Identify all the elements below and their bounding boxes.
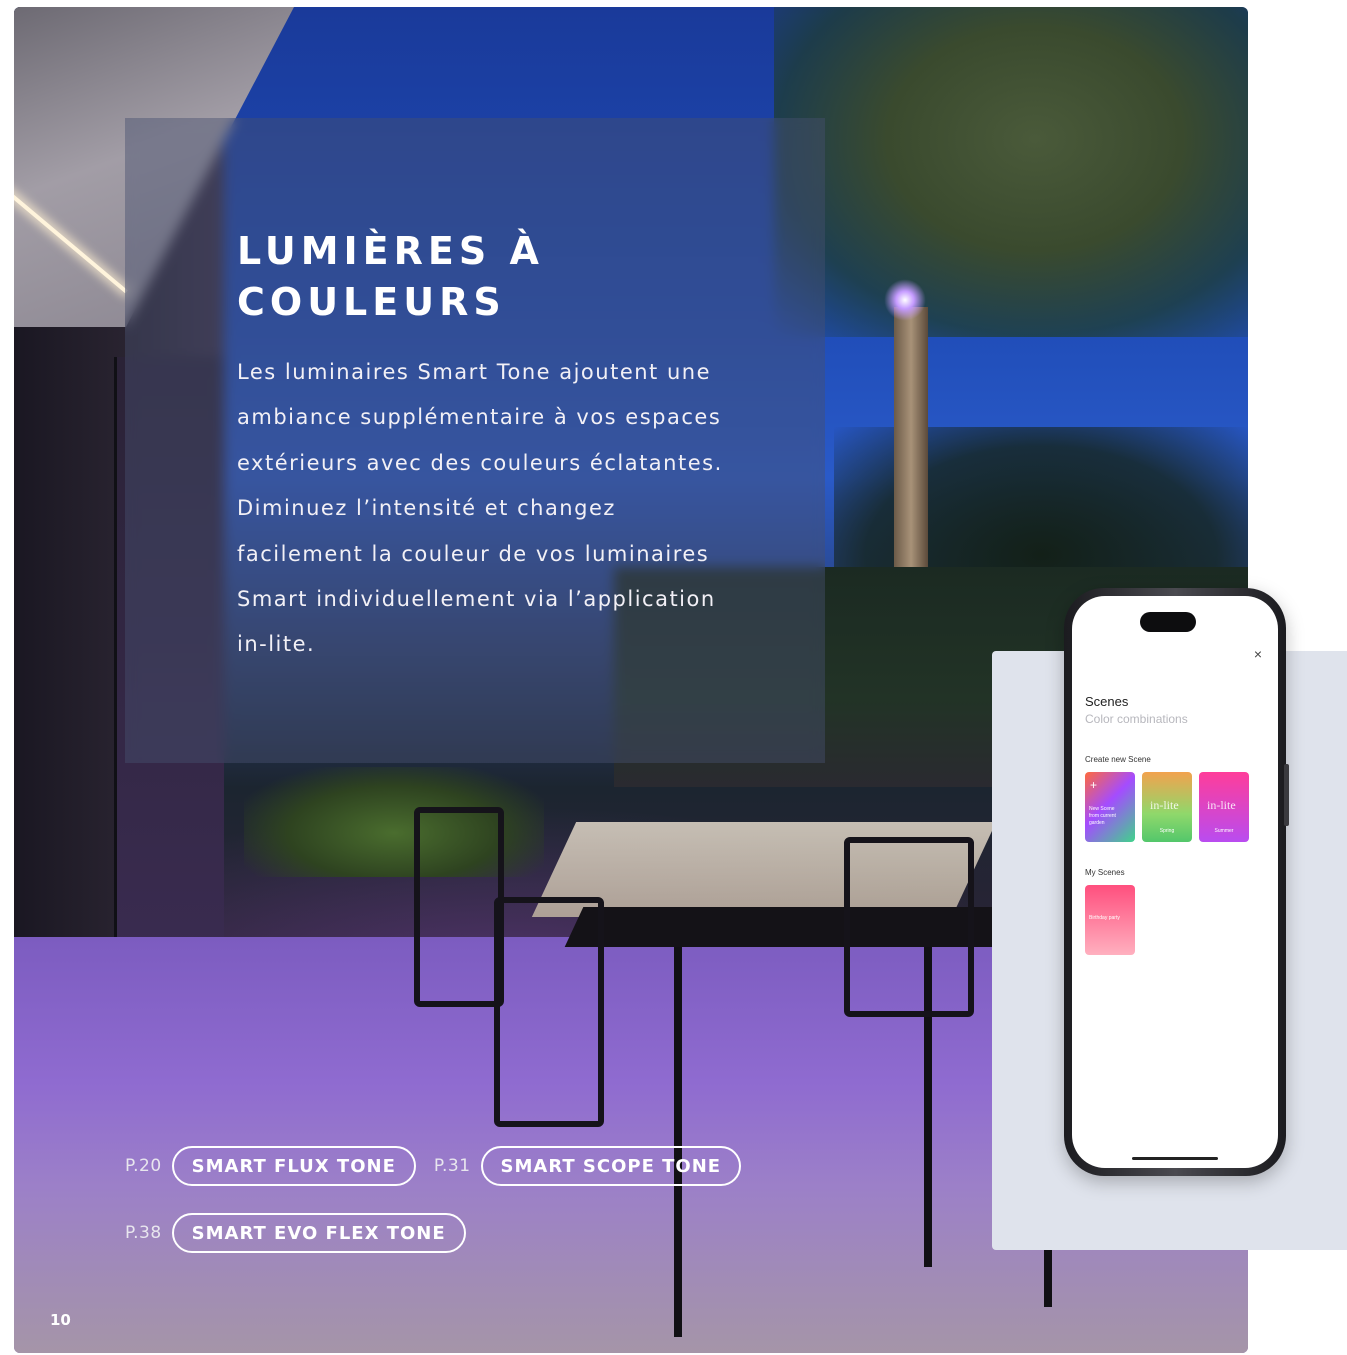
product-page-ref: P.31 bbox=[433, 1156, 471, 1176]
headline-line-2: COULEURS bbox=[237, 280, 506, 324]
headline: LUMIÈRES À COULEURS bbox=[237, 226, 757, 328]
create-scene-tiles: + New Scene from current garden in-lite … bbox=[1085, 772, 1249, 842]
chair bbox=[414, 807, 504, 1007]
scene-tile-new[interactable]: + New Scene from current garden bbox=[1085, 772, 1135, 842]
product-link-smart-flux-tone[interactable]: SMART FLUX TONE bbox=[171, 1146, 416, 1186]
my-scenes-label: My Scenes bbox=[1085, 868, 1125, 877]
scene-tile-label: Spring bbox=[1159, 828, 1175, 834]
scene-tile-label: New Scene from current garden bbox=[1089, 806, 1116, 826]
chair bbox=[844, 837, 974, 1017]
close-icon[interactable]: × bbox=[1254, 646, 1262, 662]
intro-paragraph: Les luminaires Smart Tone ajoutent une a… bbox=[237, 360, 723, 657]
scenes-subtitle: Color combinations bbox=[1085, 712, 1188, 726]
table-leg bbox=[674, 947, 682, 1337]
pine-tree-canopy bbox=[774, 7, 1248, 337]
scene-tile-label: Summer bbox=[1214, 828, 1234, 834]
dynamic-island bbox=[1140, 612, 1196, 632]
page-number: 10 bbox=[50, 1311, 71, 1329]
phone-side-button bbox=[1284, 764, 1289, 826]
create-scene-label: Create new Scene bbox=[1085, 755, 1151, 764]
product-link-smart-scope-tone[interactable]: SMART SCOPE TONE bbox=[480, 1146, 742, 1186]
scene-tile-spring[interactable]: in-lite Spring bbox=[1142, 772, 1192, 842]
tree-spotlight bbox=[884, 279, 926, 321]
app-screen: × Scenes Color combinations Create new S… bbox=[1072, 596, 1278, 1168]
scene-tile-summer[interactable]: in-lite Summer bbox=[1199, 772, 1249, 842]
home-indicator bbox=[1132, 1157, 1218, 1160]
product-page-ref: P.38 bbox=[125, 1223, 162, 1243]
product-ref-row-1: P.20 SMART FLUX TONE P.31 SMART SCOPE TO… bbox=[125, 1146, 742, 1186]
smartphone-mockup: × Scenes Color combinations Create new S… bbox=[1064, 588, 1289, 1176]
in-lite-logo: in-lite bbox=[1150, 798, 1179, 812]
in-lite-logo: in-lite bbox=[1207, 798, 1236, 812]
chair bbox=[494, 897, 604, 1127]
scene-tile-label: Birthday party bbox=[1089, 915, 1120, 921]
scenes-title: Scenes bbox=[1085, 694, 1129, 709]
headline-line-1: LUMIÈRES À bbox=[237, 229, 544, 273]
plus-icon: + bbox=[1090, 778, 1098, 792]
product-link-smart-evo-flex-tone[interactable]: SMART EVO FLEX TONE bbox=[171, 1213, 466, 1253]
my-scene-tile[interactable]: Birthday party bbox=[1085, 885, 1135, 955]
product-page-ref: P.20 bbox=[125, 1156, 162, 1176]
product-ref-row-2: P.38 SMART EVO FLEX TONE bbox=[125, 1213, 466, 1253]
